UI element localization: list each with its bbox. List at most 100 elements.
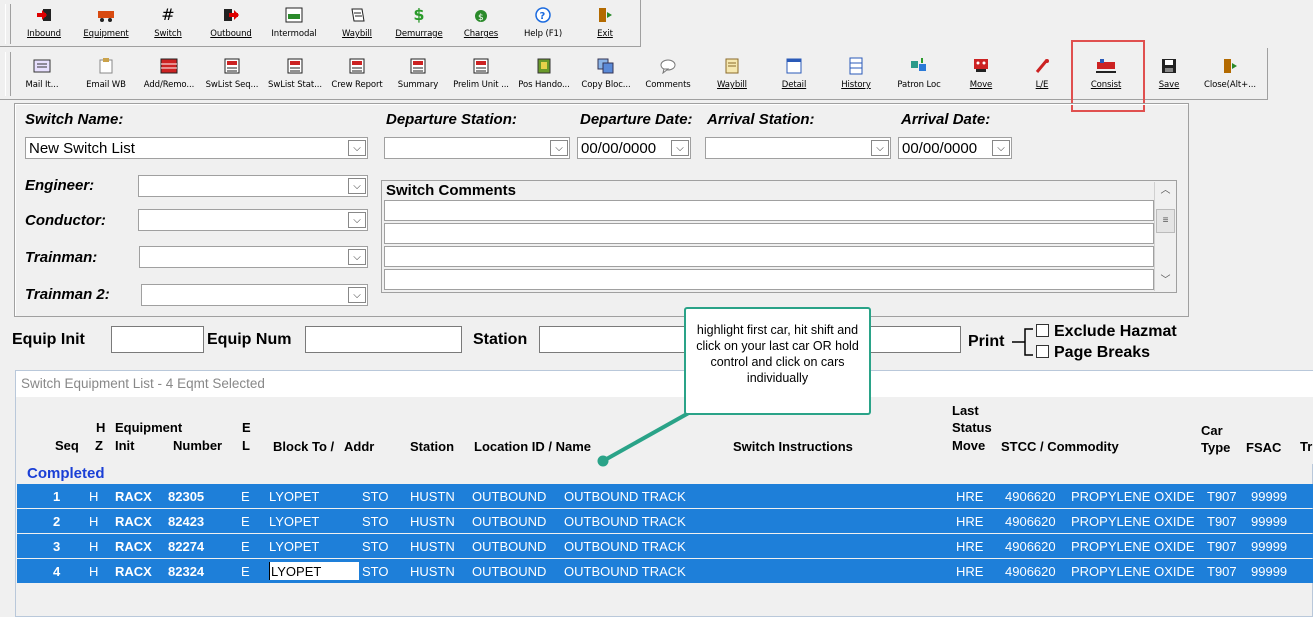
col-el-e[interactable]: E xyxy=(242,420,251,435)
row-el: E xyxy=(241,539,250,554)
prelim-unit-button[interactable]: Prelim Unit ... xyxy=(450,51,512,90)
crew-report-button[interactable]: Crew Report xyxy=(326,51,388,90)
email-wb-button[interactable]: Email WB xyxy=(80,51,132,90)
scroll-up-icon[interactable]: ︿ xyxy=(1156,182,1175,200)
swlist-seq-button[interactable]: SwList Seq... xyxy=(200,51,264,90)
col-tr[interactable]: Tr xyxy=(1300,439,1312,454)
col-el-l[interactable]: L xyxy=(242,438,250,453)
table-row[interactable]: 2 H RACX 82423 E LYOPET STO HUSTN OUTBOUND OUTBOU… xyxy=(17,509,1313,533)
col-stcc[interactable]: STCC / Commodity xyxy=(1001,439,1119,454)
toolbar-grip[interactable] xyxy=(5,52,11,96)
col-type[interactable]: Type xyxy=(1201,440,1230,455)
chevron-down-icon[interactable]: ⌵ xyxy=(348,212,366,228)
col-block-to[interactable]: Block To / xyxy=(273,439,334,454)
inbound-icon xyxy=(34,6,54,24)
patron-loc-button[interactable]: Patron Loc xyxy=(888,51,950,90)
col-addr[interactable]: Addr xyxy=(344,439,374,454)
comment-line[interactable] xyxy=(384,246,1154,267)
equip-init-input[interactable] xyxy=(111,326,204,353)
copy-block-icon xyxy=(596,57,616,75)
save-button[interactable]: Save xyxy=(1146,51,1192,90)
equipment-button[interactable]: Equipment xyxy=(78,0,134,39)
waybill-doc-button[interactable]: Waybill xyxy=(704,51,760,90)
comments-scrollbar[interactable]: ︿ ≡ ﹀ xyxy=(1154,182,1175,291)
col-status[interactable]: Status xyxy=(952,420,992,435)
col-hz-z[interactable]: Z xyxy=(95,438,103,453)
col-car[interactable]: Car xyxy=(1201,423,1223,438)
intermodal-button[interactable]: Intermodal xyxy=(264,0,324,39)
scroll-down-icon[interactable]: ﹀ xyxy=(1156,272,1175,290)
grid-title: Switch Equipment List - 4 Eqmt Selected xyxy=(16,371,1313,397)
col-number[interactable]: Number xyxy=(173,438,222,453)
departure-date-field[interactable]: 00/00/0000 ⌵ xyxy=(577,137,691,159)
chevron-down-icon[interactable]: ⌵ xyxy=(671,140,689,156)
comment-line[interactable] xyxy=(384,223,1154,244)
demurrage-button[interactable]: $ Demurrage xyxy=(388,0,450,40)
chevron-down-icon[interactable]: ⌵ xyxy=(992,140,1010,156)
help-button[interactable]: ? Help (F1) xyxy=(514,0,572,39)
exit-button[interactable]: Exit xyxy=(580,0,630,39)
chevron-down-icon[interactable]: ⌵ xyxy=(871,140,889,156)
table-row[interactable]: 4 H RACX 82324 E LYOPET STO HUSTN OUTBOUND OUTBOU… xyxy=(17,559,1313,583)
exclude-hazmat-checkbox[interactable] xyxy=(1036,324,1049,337)
row-init: RACX xyxy=(115,514,152,529)
toolbar-grip[interactable] xyxy=(5,4,11,44)
group-completed[interactable]: Completed xyxy=(27,465,105,482)
table-row[interactable]: 3 H RACX 82274 E LYOPET STO HUSTN OUTBOUND OUTBOU… xyxy=(17,534,1313,558)
page-breaks-checkbox[interactable] xyxy=(1036,345,1049,358)
conductor-select[interactable]: ⌵ xyxy=(138,209,368,231)
row-move: HRE xyxy=(956,539,984,554)
close-button[interactable]: Close(Alt+... xyxy=(1198,51,1262,90)
outbound-button[interactable]: Outbound xyxy=(202,0,260,39)
chevron-down-icon[interactable]: ⌵ xyxy=(348,249,366,265)
switch-name-label: Switch Name: xyxy=(25,111,124,128)
col-init[interactable]: Init xyxy=(115,438,135,453)
waybill-button[interactable]: Waybill xyxy=(328,0,386,39)
switch-name-select[interactable]: New Switch List ⌵ xyxy=(25,137,368,159)
col-location[interactable]: Location ID / Name xyxy=(474,439,591,454)
swlist-stat-button[interactable]: SwList Stat... xyxy=(264,51,326,90)
comments-button[interactable]: Comments xyxy=(640,51,696,90)
col-move[interactable]: Move xyxy=(952,438,985,453)
col-last[interactable]: Last xyxy=(952,403,979,418)
detail-button[interactable]: Detail xyxy=(766,51,822,90)
consist-highlight-box xyxy=(1071,40,1145,112)
copy-block-button[interactable]: Copy Bloc... xyxy=(576,51,636,90)
callout-tooltip: highlight first car, hit shift and click… xyxy=(684,307,871,415)
chevron-down-icon[interactable]: ⌵ xyxy=(348,178,366,194)
summary-button[interactable]: Summary xyxy=(390,51,446,90)
departure-station-select[interactable]: ⌵ xyxy=(384,137,570,159)
chevron-down-icon[interactable]: ⌵ xyxy=(348,140,366,156)
load-empty-button[interactable]: L/E xyxy=(1016,51,1068,90)
col-station[interactable]: Station xyxy=(410,439,454,454)
col-equipment[interactable]: Equipment xyxy=(115,420,182,435)
scroll-thumb[interactable]: ≡ xyxy=(1156,209,1175,233)
switch-button[interactable]: # Switch xyxy=(142,0,194,40)
mail-it-button[interactable]: Mail It... xyxy=(16,51,68,90)
row-move: HRE xyxy=(956,514,984,529)
pos-handoff-button[interactable]: Pos Hando... xyxy=(514,51,574,90)
arrival-station-select[interactable]: ⌵ xyxy=(705,137,891,159)
trainman2-select[interactable]: ⌵ xyxy=(141,284,368,306)
row-fsac: 99999 xyxy=(1251,539,1288,554)
chevron-down-icon[interactable]: ⌵ xyxy=(348,287,366,303)
equip-num-input[interactable] xyxy=(305,326,462,353)
col-switch-instructions[interactable]: Switch Instructions xyxy=(733,439,853,454)
arrival-date-field[interactable]: 00/00/0000 ⌵ xyxy=(898,137,1012,159)
charges-button[interactable]: $ Charges xyxy=(454,0,508,39)
inbound-button[interactable]: Inbound xyxy=(18,0,70,39)
table-row[interactable]: 1 H RACX 82305 E LYOPET STO HUSTN OUTBOUND OUTBOU… xyxy=(17,484,1313,508)
col-hz-h[interactable]: H xyxy=(96,420,105,435)
history-button[interactable]: History xyxy=(828,51,884,90)
col-fsac[interactable]: FSAC xyxy=(1246,440,1281,455)
chevron-down-icon[interactable]: ⌵ xyxy=(550,140,568,156)
comment-line[interactable] xyxy=(384,269,1154,290)
trainman-select[interactable]: ⌵ xyxy=(139,246,368,268)
row-block-to-editor[interactable]: LYOPET xyxy=(269,562,359,580)
row-move: HRE xyxy=(956,489,984,504)
move-button[interactable]: Move xyxy=(954,51,1008,90)
add-remove-button[interactable]: Add/Remo... xyxy=(138,51,200,90)
col-seq[interactable]: Seq xyxy=(55,438,79,453)
engineer-select[interactable]: ⌵ xyxy=(138,175,368,197)
comment-line[interactable] xyxy=(384,200,1154,221)
